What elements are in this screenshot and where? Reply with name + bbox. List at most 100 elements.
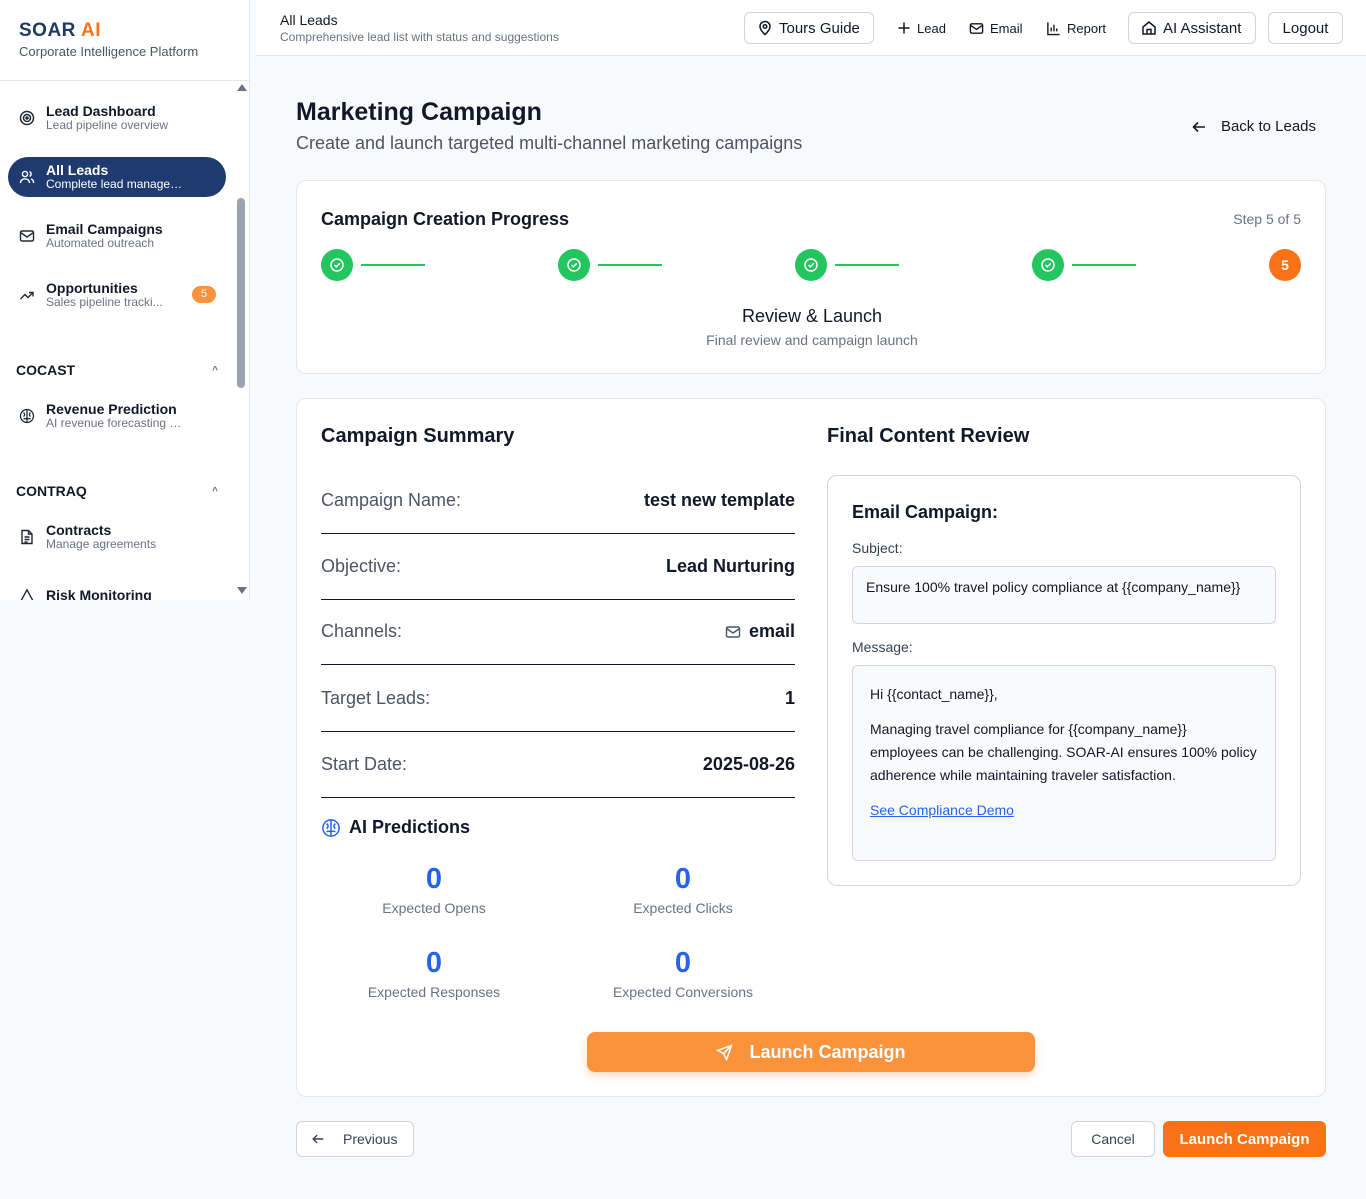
tours-guide-label: Tours Guide [779, 19, 860, 37]
plus-icon [898, 22, 910, 34]
sidebar-item-all-leads[interactable]: All Leads Complete lead managem... [8, 157, 226, 197]
ai-assistant-label: AI Assistant [1163, 19, 1242, 37]
email-message: Hi {{contact_name}}, Managing travel com… [852, 665, 1276, 861]
sidebar-item-email-campaigns[interactable]: Email Campaigns Automated outreach [8, 216, 226, 256]
file-text-icon [18, 528, 36, 546]
brand-logo[interactable]: SOAR AI [19, 20, 249, 42]
previous-button[interactable]: Previous [296, 1121, 414, 1157]
step-5-current: 5 [1269, 249, 1301, 281]
scroll-up-arrow-icon[interactable] [237, 84, 247, 91]
top-bar: All Leads Comprehensive lead list with s… [256, 0, 1366, 56]
metric-label: Expected Opens [382, 900, 486, 916]
report-button[interactable]: Report [1046, 12, 1106, 44]
sidebar-item-revenue-prediction[interactable]: Revenue Prediction AI revenue forecasting… [8, 396, 226, 436]
metric-value: 0 [425, 863, 443, 895]
users-icon [18, 168, 36, 186]
metric-expected-conversions: 0 Expected Conversions [563, 947, 803, 1000]
brain-icon [18, 407, 36, 425]
summary-row-target-leads: Target Leads: 1 [321, 666, 795, 732]
tours-guide-button[interactable]: Tours Guide [744, 12, 874, 44]
home-icon [1142, 21, 1156, 35]
compliance-demo-link[interactable]: See Compliance Demo [870, 802, 1014, 818]
sidebar-item-subtitle: Sales pipeline tracki... [46, 296, 163, 310]
ai-predictions-title: AI Predictions [349, 817, 471, 837]
launch-campaign-button[interactable]: Launch Campaign [1163, 1121, 1326, 1157]
brand: SOAR AI Corporate Intelligence Platform [0, 0, 249, 81]
campaign-progress-card: Campaign Creation Progress Step 5 of 5 5… [296, 180, 1326, 374]
topbar-subtitle: Comprehensive lead list with status and … [280, 30, 559, 44]
sidebar-item-title: Risk Monitoring [46, 588, 152, 600]
back-to-leads-link[interactable]: Back to Leads [1191, 118, 1316, 135]
metric-expected-responses: 0 Expected Responses [314, 947, 554, 1000]
logout-button[interactable]: Logout [1268, 12, 1343, 44]
metric-expected-clicks: 0 Expected Clicks [563, 863, 803, 916]
launch-campaign-primary-button[interactable]: Launch Campaign [587, 1032, 1035, 1072]
previous-label: Previous [343, 1131, 398, 1147]
sidebar-item-subtitle: AI revenue forecasting & s... [46, 417, 186, 431]
check-circle-icon [567, 258, 581, 272]
progress-step-counter: Step 5 of 5 [1233, 211, 1301, 227]
sidebar-item-contracts[interactable]: Contracts Manage agreements [8, 517, 226, 557]
page-title: Marketing Campaign [296, 98, 542, 126]
step-4-complete [1032, 249, 1064, 281]
progress-title: Campaign Creation Progress [321, 209, 570, 229]
sidebar-item-title: Email Campaigns [46, 221, 163, 237]
section-label: CONTRAQ [16, 483, 87, 499]
trending-up-icon [18, 286, 36, 304]
launch-campaign-label: Launch Campaign [749, 1041, 906, 1062]
summary-row-campaign-name: Campaign Name: test new template [321, 468, 795, 534]
summary-key: Campaign Name: [321, 490, 462, 510]
chevron-up-icon: ^ [212, 485, 218, 497]
summary-value: 2025-08-26 [702, 754, 795, 774]
ai-predictions-heading: AI Predictions [321, 817, 470, 838]
current-step-description: Final review and campaign launch [706, 332, 918, 348]
sidebar-item-title: Lead Dashboard [46, 103, 156, 119]
check-circle-icon [804, 258, 818, 272]
sidebar-item-subtitle: Lead pipeline overview [46, 119, 169, 133]
sidebar-scrollbar[interactable] [234, 82, 250, 600]
bar-chart-icon [1047, 21, 1060, 35]
step-connector [598, 264, 662, 266]
sidebar-item-lead-dashboard[interactable]: Lead Dashboard Lead pipeline overview [8, 98, 226, 138]
sidebar-item-title: Contracts [46, 522, 112, 538]
summary-key: Objective: [321, 556, 402, 576]
metric-value: 0 [674, 947, 692, 979]
launch-campaign-label: Launch Campaign [1179, 1130, 1310, 1148]
back-to-leads-label: Back to Leads [1220, 118, 1316, 135]
add-lead-button[interactable]: Lead [897, 12, 946, 44]
cancel-button[interactable]: Cancel [1071, 1121, 1155, 1157]
email-campaign-title: Email Campaign: [852, 502, 999, 522]
message-label: Message: [852, 639, 913, 655]
campaign-summary-title: Campaign Summary [321, 425, 515, 447]
message-greeting: Hi {{contact_name}}, [870, 686, 998, 702]
cancel-label: Cancel [1091, 1131, 1135, 1147]
mail-icon [969, 22, 984, 34]
summary-key: Channels: [321, 621, 403, 641]
summary-row-objective: Objective: Lead Nurturing [321, 534, 795, 600]
campaign-review-card: Campaign Summary Campaign Name: test new… [296, 398, 1326, 1097]
sidebar-nav: Lead Dashboard Lead pipeline overview All… [0, 82, 234, 600]
step-3-complete [795, 249, 827, 281]
sidebar-item-subtitle: Complete lead managem... [46, 178, 186, 192]
scrollbar-thumb[interactable] [237, 198, 245, 388]
alert-triangle-icon [18, 587, 36, 600]
arrow-left-icon [1192, 121, 1205, 132]
step-connector [1072, 264, 1136, 266]
sidebar-item-risk-monitoring[interactable]: Risk Monitoring [8, 576, 226, 600]
summary-key: Target Leads: [321, 688, 431, 708]
sidebar-section-contraq[interactable]: CONTRAQ ^ [16, 483, 218, 499]
summary-row-channels: Channels: email [321, 599, 795, 665]
sidebar-item-subtitle: Manage agreements [46, 538, 157, 552]
current-step-name: Review & Launch [741, 306, 883, 326]
summary-row-start-date: Start Date: 2025-08-26 [321, 732, 795, 798]
section-label: COCAST [16, 362, 76, 378]
sidebar-item-opportunities[interactable]: Opportunities Sales pipeline tracki... 5 [8, 275, 226, 315]
step-connector [835, 264, 899, 266]
add-lead-label: Lead [917, 20, 946, 36]
email-button[interactable]: Email [969, 12, 1023, 44]
brain-icon [322, 818, 340, 837]
sidebar-section-cocast[interactable]: COCAST ^ [16, 362, 218, 378]
scroll-down-arrow-icon[interactable] [237, 587, 247, 594]
ai-assistant-button[interactable]: AI Assistant [1128, 12, 1256, 44]
step-2-complete [558, 249, 590, 281]
